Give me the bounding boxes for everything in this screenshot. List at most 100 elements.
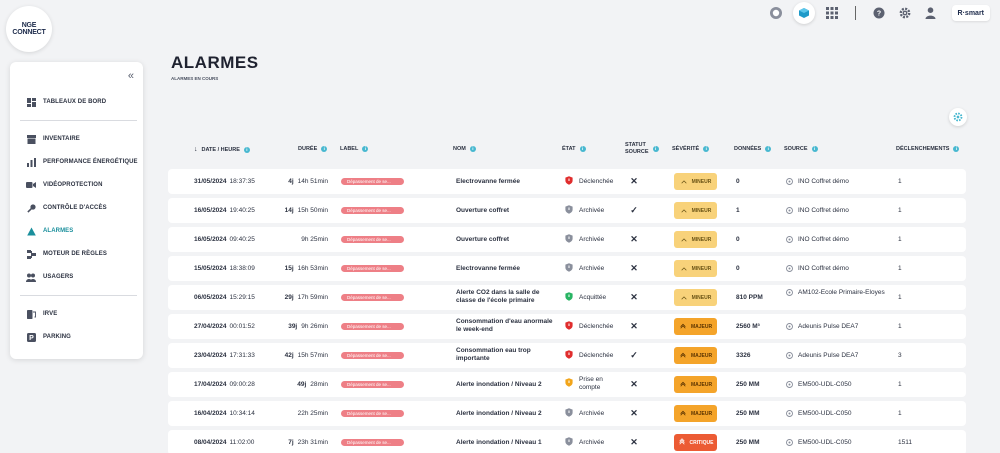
sidebar-item-dashboards[interactable]: TABLEAUX DE BORD xyxy=(26,97,106,107)
info-icon[interactable]: i xyxy=(469,146,476,152)
severity-label: MINEUR xyxy=(691,207,712,214)
column-header-date[interactable]: ↓ DATE / HEURE i xyxy=(194,146,250,153)
table-settings-button[interactable] xyxy=(949,108,967,126)
duration-time: 15h 57min xyxy=(297,352,328,359)
info-icon[interactable]: i xyxy=(703,146,710,152)
table-row[interactable]: 16/04/2024 10:34:14 22h 25min Dépassement d… xyxy=(168,401,966,426)
column-header-severity[interactable]: SÉVÉRITÉ i xyxy=(672,146,710,152)
table-row[interactable]: 06/05/2024 15:29:15 29j 17h 59min Dépassemen… xyxy=(168,285,966,310)
data-value: 0 xyxy=(736,178,740,185)
info-icon[interactable]: i xyxy=(362,146,369,152)
alarm-name: Alerte inondation / Niveau 1 xyxy=(456,439,542,446)
time-value: 10:34:14 xyxy=(229,410,255,417)
severity-chevron-icon xyxy=(679,351,687,360)
sidebar-item-parking[interactable]: P PARKING xyxy=(26,332,71,342)
sidebar-item-rules-engine[interactable]: MOTEUR DE RÈGLES xyxy=(26,249,107,259)
source-cell: AM102-Ecole Primaire-Eloyes xyxy=(786,289,893,298)
device-icon xyxy=(786,265,793,274)
app-logo[interactable]: NGE CONNECT xyxy=(6,6,52,52)
parking-icon: P xyxy=(26,332,36,342)
info-icon[interactable]: i xyxy=(953,146,960,152)
info-icon[interactable]: i xyxy=(765,146,772,152)
user-icon[interactable] xyxy=(922,4,940,22)
data-value: 250 MM xyxy=(736,439,760,446)
duration-time: 9h 25min xyxy=(301,236,328,243)
sidebar-item-label: ALARMES xyxy=(43,228,74,234)
help-icon[interactable]: ? xyxy=(870,4,888,22)
table-row[interactable]: 16/05/2024 19:40:25 14j 15h 50min Dépassemen… xyxy=(168,198,966,223)
column-header-source-status[interactable]: STATUT SOURCE i xyxy=(625,142,659,156)
duration-cell: 39j 9h 26min xyxy=(288,323,328,330)
column-header-duration[interactable]: DURÉE i xyxy=(298,146,328,152)
sidebar-item-irve[interactable]: IRVE xyxy=(26,309,57,319)
column-header-data[interactable]: DONNÉES i xyxy=(734,146,772,152)
source-status-icon: ✕ xyxy=(630,437,638,447)
source-cell: INO Coffret démo xyxy=(786,178,893,187)
date-time-cell: 16/05/2024 09:40:25 xyxy=(194,236,255,243)
data-value: 2560 M³ xyxy=(736,323,760,330)
duration-days: 42j xyxy=(284,352,294,359)
alarm-name: Electrovanne fermée xyxy=(456,265,520,272)
alarm-name: Consommation eau trop importante xyxy=(456,347,531,362)
duration-cell: 9h 25min xyxy=(297,236,328,243)
sidebar-item-users[interactable]: USAGERS xyxy=(26,272,73,282)
collapse-sidebar-icon[interactable]: « xyxy=(128,70,134,82)
info-icon[interactable]: i xyxy=(321,146,328,152)
table-row[interactable]: 23/04/2024 17:31:33 42j 15h 57min Dépassemen… xyxy=(168,343,966,368)
trigger-count: 3 xyxy=(898,352,902,359)
charger-icon xyxy=(26,309,36,319)
info-icon[interactable]: i xyxy=(811,146,818,152)
sidebar-item-label: MOTEUR DE RÈGLES xyxy=(43,251,107,257)
info-icon[interactable]: i xyxy=(652,146,659,152)
info-icon[interactable]: i xyxy=(579,146,586,152)
sidebar-item-energy-performance[interactable]: PERFORMANCE ÉNERGÉTIQUE xyxy=(26,157,138,167)
sort-arrow-icon[interactable]: ↓ xyxy=(194,146,198,153)
severity-label: MINEUR xyxy=(691,236,712,243)
cube-app-icon[interactable] xyxy=(792,2,815,24)
table-row[interactable]: 15/05/2024 18:38:09 15j 16h 53min Dépassemen… xyxy=(168,256,966,281)
severity-badge: MINEUR xyxy=(674,260,717,277)
info-icon[interactable]: i xyxy=(243,146,250,153)
sidebar-item-alarms[interactable]: ALARMES xyxy=(26,226,73,236)
device-icon xyxy=(786,207,793,216)
shield-icon xyxy=(565,437,573,448)
gear-icon xyxy=(953,112,963,122)
duration-days: 15j xyxy=(284,265,294,272)
duration-cell: 49j 28min xyxy=(297,381,328,388)
time-value: 17:31:33 xyxy=(229,352,255,359)
sidebar-item-video[interactable]: VIDÉOPROTECTION xyxy=(26,180,103,190)
table-row[interactable]: 08/04/2024 11:02:00 7j 23h 31min Dépassement… xyxy=(168,430,966,453)
sidebar-item-label: VIDÉOPROTECTION xyxy=(43,182,103,188)
divider xyxy=(854,6,856,20)
column-header-triggers[interactable]: DÉCLENCHEMENTS i xyxy=(896,146,960,152)
source-cell: EM500-UDL-C050 xyxy=(786,439,893,448)
theme-toggle-icon[interactable] xyxy=(767,4,785,22)
data-value: 250 MM xyxy=(736,410,760,417)
column-header-state[interactable]: ÉTAT i xyxy=(562,146,586,152)
apps-grid-icon[interactable] xyxy=(823,4,841,22)
shield-icon xyxy=(565,263,573,274)
key-icon xyxy=(26,203,36,213)
column-header-label[interactable]: LABEL i xyxy=(340,146,369,152)
severity-badge: MINEUR xyxy=(674,173,717,190)
duration-cell: 29j 17h 59min xyxy=(285,294,328,301)
table-row[interactable]: 17/04/2024 09:00:28 49j 28min Dépassement de… xyxy=(168,372,966,397)
date-value: 15/05/2024 xyxy=(194,265,227,272)
table-row[interactable]: 16/05/2024 09:40:25 9h 25min Dépassement de… xyxy=(168,227,966,252)
table-row[interactable]: 31/05/2024 18:37:35 4j 14h 51min Dépassement… xyxy=(168,169,966,194)
sidebar-item-inventory[interactable]: INVENTAIRE xyxy=(26,134,80,144)
rules-icon xyxy=(26,249,36,259)
sidebar-item-label: PERFORMANCE ÉNERGÉTIQUE xyxy=(43,159,138,165)
table-row[interactable]: 27/04/2024 00:01:52 39j 9h 26min Dépassement… xyxy=(168,314,966,339)
severity-badge: MAJEUR xyxy=(674,318,717,335)
date-value: 23/04/2024 xyxy=(194,352,227,359)
time-value: 18:37:35 xyxy=(229,178,255,185)
column-header-source[interactable]: SOURCE i xyxy=(784,146,818,152)
label-badge: Dépassement de se... xyxy=(341,294,404,301)
duration-cell: 4j 14h 51min xyxy=(288,178,328,185)
sidebar-item-access-control[interactable]: CONTRÔLE D'ACCÈS xyxy=(26,203,107,213)
date-time-cell: 16/05/2024 19:40:25 xyxy=(194,207,255,214)
source-name: INO Coffret démo xyxy=(798,207,849,214)
column-header-name[interactable]: NOM i xyxy=(453,146,476,152)
settings-gear-icon[interactable] xyxy=(896,4,914,22)
